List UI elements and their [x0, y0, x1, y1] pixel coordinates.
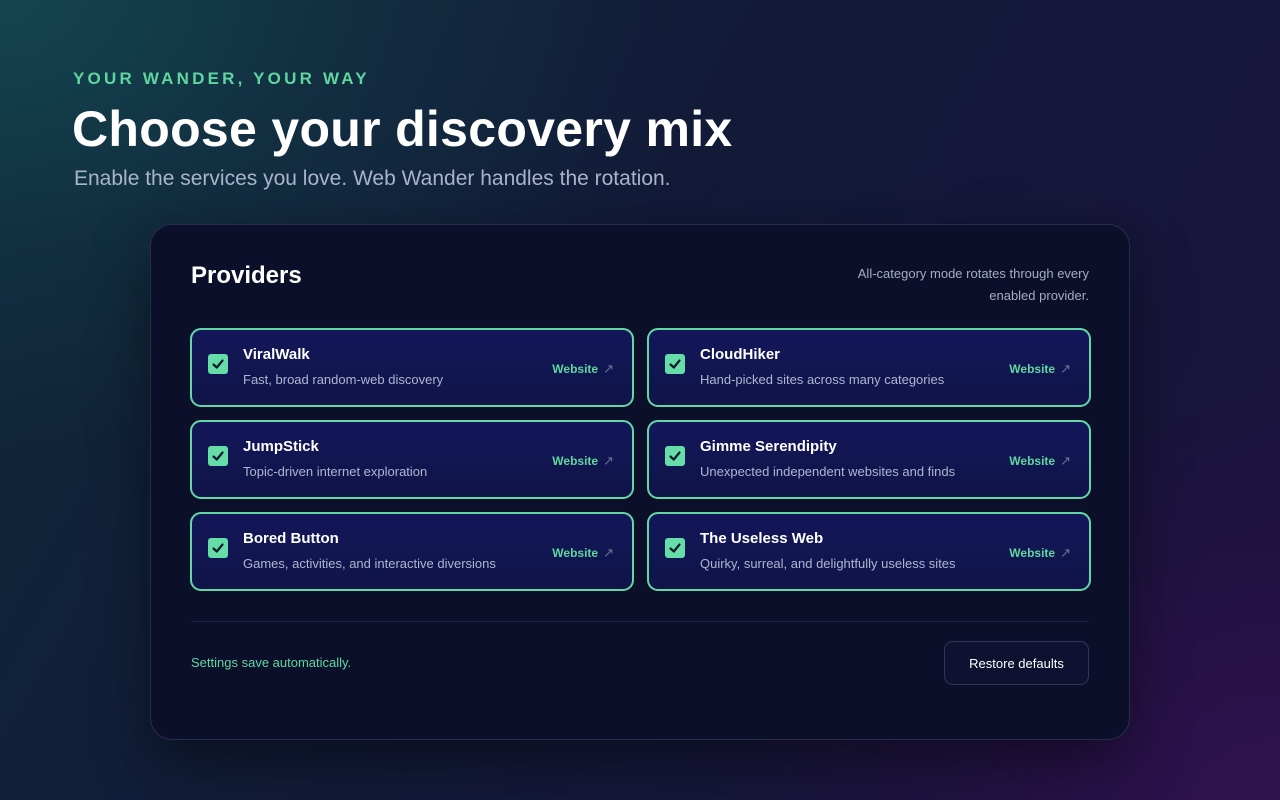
provider-description: Fast, broad random-web discovery: [243, 372, 444, 387]
provider-card-jumpstick[interactable]: JumpStick Topic-driven internet explorat…: [190, 420, 634, 499]
external-arrow-icon: ↗: [1060, 361, 1071, 376]
provider-name: Gimme Serendipity: [700, 438, 837, 455]
checkmark-icon: [212, 451, 224, 461]
website-link-label: Website: [552, 546, 599, 560]
provider-card-useless-web[interactable]: The Useless Web Quirky, surreal, and del…: [647, 512, 1091, 591]
website-link[interactable]: Website ↗: [1009, 361, 1071, 377]
eyebrow-label: YOUR WANDER, YOUR WAY: [73, 69, 370, 88]
provider-card-gimme-serendipity[interactable]: Gimme Serendipity Unexpected independent…: [647, 420, 1091, 499]
provider-description: Hand-picked sites across many categories: [700, 372, 945, 387]
website-link-label: Website: [552, 362, 599, 376]
checkmark-icon: [669, 451, 681, 461]
website-link[interactable]: Website ↗: [1009, 545, 1071, 561]
page-subtitle: Enable the services you love. Web Wander…: [74, 167, 671, 190]
checkmark-icon: [669, 359, 681, 369]
provider-description: Games, activities, and interactive diver…: [243, 556, 496, 571]
website-link[interactable]: Website ↗: [552, 453, 614, 469]
autosave-note: Settings save automatically.: [191, 655, 352, 670]
provider-card-bored-button[interactable]: Bored Button Games, activities, and inte…: [190, 512, 634, 591]
provider-name: The Useless Web: [700, 530, 824, 547]
provider-checkbox[interactable]: [665, 354, 685, 374]
provider-checkbox[interactable]: [665, 538, 685, 558]
provider-name: ViralWalk: [243, 346, 310, 363]
website-link[interactable]: Website ↗: [1009, 453, 1071, 469]
provider-checkbox[interactable]: [208, 446, 228, 466]
external-arrow-icon: ↗: [1060, 453, 1071, 468]
checkmark-icon: [212, 359, 224, 369]
rotation-note: All-category mode rotates through every …: [857, 266, 1089, 303]
provider-description: Quirky, surreal, and delightfully useles…: [700, 556, 956, 571]
provider-checkbox[interactable]: [665, 446, 685, 466]
provider-grid: ViralWalk Fast, broad random-web discove…: [190, 328, 1091, 591]
provider-name: CloudHiker: [700, 346, 781, 363]
providers-panel: Providers All-category mode rotates thro…: [150, 224, 1130, 740]
provider-card-viralwalk[interactable]: ViralWalk Fast, broad random-web discove…: [190, 328, 634, 407]
panel-title: Providers: [191, 262, 302, 289]
website-link-label: Website: [1009, 546, 1056, 560]
provider-description: Unexpected independent websites and find…: [700, 464, 956, 479]
provider-name: Bored Button: [243, 530, 339, 547]
website-link-label: Website: [1009, 454, 1056, 468]
website-link[interactable]: Website ↗: [552, 545, 614, 561]
checkmark-icon: [669, 543, 681, 553]
page-title: Choose your discovery mix: [72, 101, 733, 157]
provider-card-cloudhiker[interactable]: CloudHiker Hand-picked sites across many…: [647, 328, 1091, 407]
footer-divider: [191, 621, 1089, 622]
external-arrow-icon: ↗: [603, 453, 614, 468]
website-link-label: Website: [552, 454, 599, 468]
external-arrow-icon: ↗: [603, 361, 614, 376]
provider-checkbox[interactable]: [208, 538, 228, 558]
restore-defaults-button[interactable]: Restore defaults: [944, 641, 1089, 685]
website-link[interactable]: Website ↗: [552, 361, 614, 377]
provider-checkbox[interactable]: [208, 354, 228, 374]
provider-name: JumpStick: [243, 438, 319, 455]
checkmark-icon: [212, 543, 224, 553]
external-arrow-icon: ↗: [603, 545, 614, 560]
website-link-label: Website: [1009, 362, 1056, 376]
external-arrow-icon: ↗: [1060, 545, 1071, 560]
provider-description: Topic-driven internet exploration: [243, 464, 428, 479]
